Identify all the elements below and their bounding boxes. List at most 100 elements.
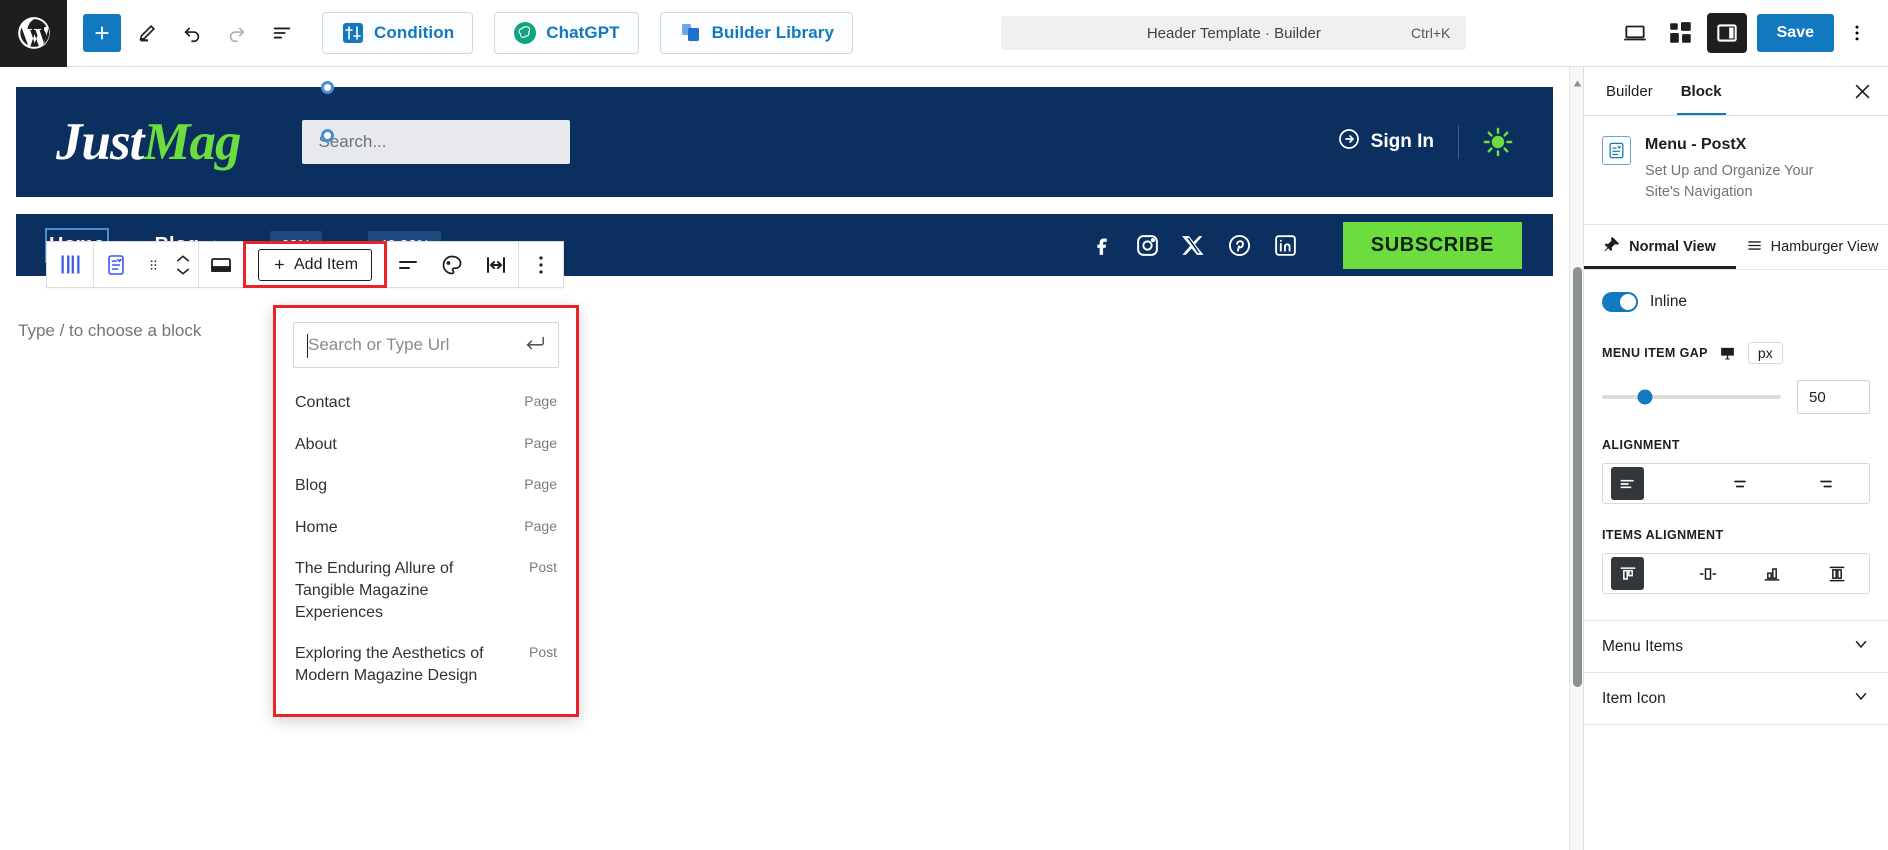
block-title: Menu - PostX [1645,136,1747,153]
toolbar-block-segment [94,242,199,287]
accordion-menu-items[interactable]: Menu Items [1584,620,1888,672]
block-description: Set Up and Organize Your Site's Navigati… [1645,163,1814,200]
result-title: Home [295,518,338,536]
condition-button[interactable]: Condition [322,12,474,54]
link-search-field[interactable]: Search or Type Url [293,322,559,368]
align-left-icon[interactable] [1603,464,1697,503]
accordion-label: Item Icon [1602,689,1666,707]
chevron-down-icon [1852,635,1870,658]
align-right-icon[interactable] [1783,464,1869,503]
more-options-icon[interactable] [519,242,563,287]
site-search-field[interactable]: Search... [302,120,571,164]
top-bar-right-tools: Save [1615,13,1888,53]
site-header-preview[interactable]: JustMag Search... Sign In [16,81,1553,197]
app-root: Condition ChatGPT Builder Library Header… [0,0,1888,850]
list-item[interactable]: The Enduring Allure of Tangible Magazine… [293,548,559,633]
slider-thumb[interactable] [1637,389,1653,405]
close-icon[interactable] [1844,73,1880,109]
desktop-view-icon[interactable] [1615,13,1655,53]
result-title: Contact [295,394,351,411]
kebab-menu-icon[interactable] [1840,13,1874,53]
block-placeholder-text[interactable]: Type / to choose a block [18,321,1569,341]
menu-item-gap-label: MENU ITEM GAP [1602,346,1708,361]
linkedin-icon[interactable] [1273,233,1298,258]
block-movers [168,252,198,278]
site-logo-first: Just [56,112,144,171]
chatgpt-button[interactable]: ChatGPT [494,12,639,54]
canvas-scrollbar[interactable] [1569,67,1583,850]
undo-icon[interactable] [173,14,211,52]
accordion-item-icon[interactable]: Item Icon [1584,672,1888,724]
list-item[interactable]: Exploring the Aesthetics of Modern Magaz… [293,633,559,696]
menu-item-gap-slider[interactable] [1602,389,1781,405]
move-down-icon [177,268,189,275]
color-palette-icon[interactable] [430,242,474,287]
add-item-button[interactable]: Add Item [258,248,373,281]
layout-icon[interactable] [199,242,243,287]
command-palette-button[interactable]: Header Template · Builder Ctrl+K [1001,16,1467,50]
select-parent-columns-icon[interactable] [47,242,93,287]
items-align-center-icon[interactable] [1676,554,1741,593]
result-kind: Page [524,393,557,409]
sign-in-link[interactable]: Sign In [1337,127,1434,157]
subscribe-button[interactable]: SUBSCRIBE [1342,221,1522,269]
document-overview-icon[interactable] [263,14,301,52]
condition-icon [341,21,365,45]
list-item[interactable]: Blog Page [293,465,559,507]
unit-selector[interactable]: px [1747,342,1783,365]
menu-item-gap-input[interactable]: 50 [1797,380,1870,415]
tab-hamburger-view[interactable]: Hamburger View [1736,225,1888,269]
enter-return-icon[interactable] [524,334,546,357]
link-search-placeholder: Search or Type Url [308,335,450,354]
settings-sidebar-icon[interactable] [1706,13,1747,53]
align-icon[interactable] [386,242,430,287]
view-tab-label: Normal View [1629,239,1716,256]
add-item-highlight: Add Item [243,241,388,288]
items-align-end-icon[interactable] [1740,554,1805,593]
list-item[interactable]: Contact Page [293,382,559,424]
scrollbar-thumb[interactable] [1573,267,1582,687]
align-center-icon[interactable] [1697,464,1783,503]
add-block-button[interactable] [83,14,121,52]
sidebar-bottom-divider [1584,724,1888,726]
items-align-start-icon[interactable] [1603,554,1676,593]
builder-library-icon [679,21,703,45]
block-toolbar: Add Item [46,241,565,288]
full-width-icon[interactable] [474,242,518,287]
pinterest-icon[interactable] [1227,233,1252,258]
tab-normal-view[interactable]: Normal View [1584,225,1736,270]
inline-toggle[interactable] [1602,292,1638,313]
canvas-scroll-area: JustMag Search... Sign In SUBSCRIBE Type… [0,67,1569,850]
items-align-stretch-icon[interactable] [1805,554,1870,593]
link-results-list: Contact Page About Page Blog Page Home P… [293,382,559,696]
save-button[interactable]: Save [1756,14,1834,52]
edit-pencil-icon[interactable] [128,14,166,52]
list-item[interactable]: Home Page [293,507,559,549]
tab-block[interactable]: Block [1667,67,1736,115]
desktop-icon[interactable] [1717,342,1739,364]
result-title: About [295,435,337,453]
toolbar-style-segment [386,242,520,287]
add-item-label: Add Item [294,255,359,273]
x-twitter-icon[interactable] [1181,233,1206,258]
wordpress-logo-icon[interactable] [0,0,67,67]
sun-icon[interactable] [1483,127,1513,157]
sidebar-controls: Inline MENU ITEM GAP px 50 ALIGNMENT ITE… [1584,270,1888,620]
drag-handle-icon[interactable] [138,242,168,287]
builder-library-button[interactable]: Builder Library [659,12,854,54]
alignment-label: ALIGNMENT [1602,438,1680,453]
patterns-icon[interactable] [1661,13,1701,53]
resize-handle-bottom[interactable] [321,129,334,142]
toggle-knob [1620,294,1636,311]
align-left-inner [1611,467,1644,501]
instagram-icon[interactable] [1135,233,1160,258]
list-item[interactable]: About Page [293,424,559,466]
redo-icon[interactable] [218,14,256,52]
hamburger-icon [1746,237,1763,258]
facebook-icon[interactable] [1089,233,1114,258]
menu-block-icon[interactable] [94,242,138,287]
chevron-down-icon [1852,687,1870,710]
tab-builder[interactable]: Builder [1592,67,1667,115]
resize-handle-top[interactable] [321,81,334,94]
scroll-up-icon[interactable] [1573,75,1582,87]
